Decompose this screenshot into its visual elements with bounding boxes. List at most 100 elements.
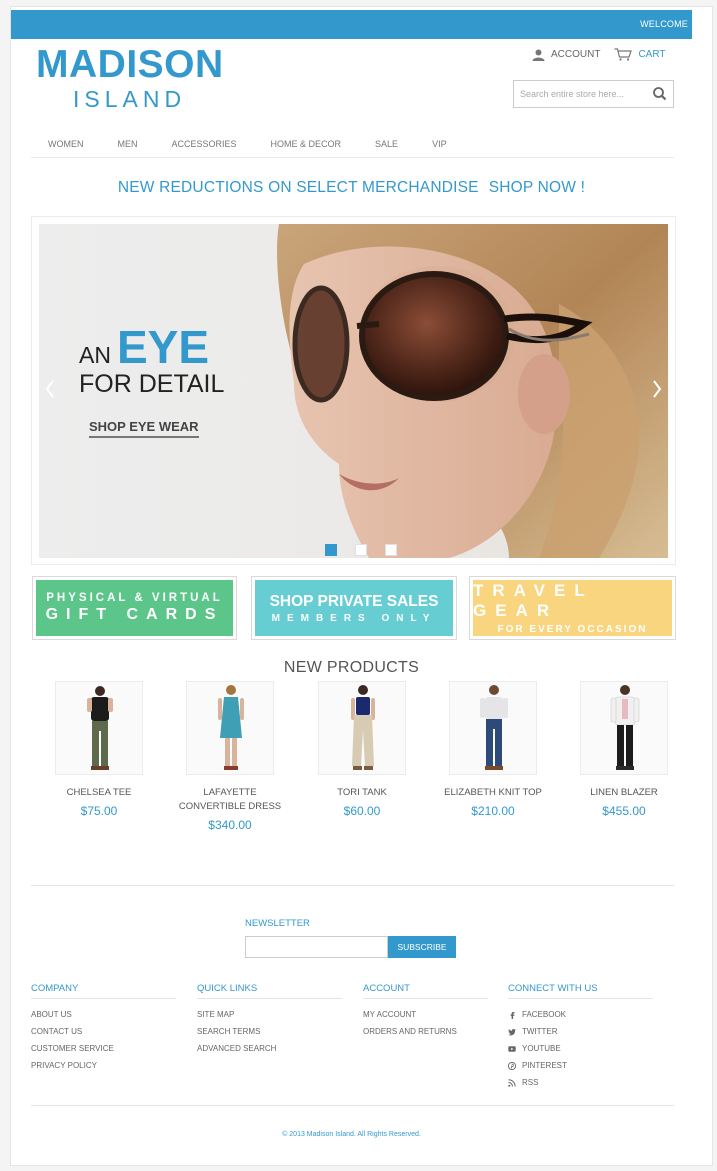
shop-eye-wear-link[interactable]: SHOP EYE WEAR [89, 419, 199, 438]
product-price: $455.00 [602, 804, 646, 818]
product-image[interactable] [55, 681, 143, 775]
product-name[interactable]: CHELSEA TEE [43, 786, 155, 800]
product-figure [610, 685, 640, 770]
nav-item-vip[interactable]: VIP [432, 139, 447, 157]
welcome-message: WELCOME [640, 19, 688, 29]
search-input[interactable] [514, 81, 642, 107]
cart-link[interactable]: CART [614, 48, 666, 61]
subscribe-button[interactable]: SUBSCRIBE [388, 936, 456, 958]
promo-cta[interactable]: SHOP NOW ! [489, 179, 585, 196]
footer-account-title: ACCOUNT [363, 983, 488, 999]
slider-dot-3[interactable] [385, 544, 397, 556]
footer-link-advanced-search[interactable]: ADVANCED SEARCH [197, 1040, 342, 1057]
chevron-left-icon[interactable] [45, 380, 55, 398]
newsletter-email-input[interactable] [245, 936, 388, 958]
product-name[interactable]: LAFAYETTE CONVERTIBLE DRESS [174, 786, 286, 814]
rss-icon [508, 1078, 516, 1087]
newsletter-title: NEWSLETTER [245, 918, 310, 929]
product-figure [480, 685, 508, 770]
product-image[interactable] [186, 681, 274, 775]
product-card[interactable]: CHELSEA TEE $75.00 [43, 681, 155, 818]
facebook-icon [510, 1011, 515, 1019]
product-name[interactable]: ELIZABETH KNIT TOP [437, 786, 549, 800]
hero-slide[interactable]: AN EYE FOR DETAIL SHOP EYE WEAR [39, 224, 668, 558]
footer-link-facebook-label: FACEBOOK [522, 1010, 567, 1019]
footer-account: ACCOUNT MY ACCOUNT ORDERS AND RETURNS [363, 983, 488, 1040]
main-nav: WOMEN MEN ACCESSORIES HOME & DECOR SALE … [31, 139, 674, 158]
slider-pagination [325, 544, 397, 556]
footer-link-facebook[interactable]: FACEBOOK [508, 1006, 653, 1023]
footer-link-rss[interactable]: RSS [508, 1074, 653, 1091]
footer-connect-title: CONNECT WITH US [508, 983, 653, 999]
footer-quick-links: QUICK LINKS SITE MAP SEARCH TERMS ADVANC… [197, 983, 342, 1057]
user-icon [532, 49, 545, 61]
account-link[interactable]: ACCOUNT [532, 49, 600, 61]
chevron-right-icon[interactable] [652, 380, 662, 398]
footer-link-contact-us[interactable]: CONTACT US [31, 1023, 176, 1040]
product-figure [218, 685, 244, 770]
product-card[interactable]: LAFAYETTE CONVERTIBLE DRESS $340.00 [174, 681, 286, 832]
product-image[interactable] [318, 681, 406, 775]
footer-link-about-us[interactable]: ABOUT US [31, 1006, 176, 1023]
nav-item-sale[interactable]: SALE [375, 139, 398, 157]
travel-gear-banner[interactable]: TRAVEL GEAR FOR EVERY OCCASION [469, 576, 676, 640]
nav-item-accessories[interactable]: ACCESSORIES [172, 139, 237, 157]
footer-link-privacy-policy[interactable]: PRIVACY POLICY [31, 1057, 176, 1074]
footer-connect: CONNECT WITH US FACEBOOK TWITTER YOUTUBE… [508, 983, 653, 1091]
logo-island[interactable]: ISLAND [73, 88, 186, 111]
footer-company-title: COMPANY [31, 983, 176, 999]
footer-link-customer-service[interactable]: CUSTOMER SERVICE [31, 1040, 176, 1057]
cart-label: CART [638, 49, 666, 60]
product-figure [351, 685, 375, 770]
footer-link-pinterest-label: PINTEREST [522, 1061, 567, 1070]
logo-madison[interactable]: MADISON [36, 45, 224, 84]
product-image[interactable] [580, 681, 668, 775]
nav-item-men[interactable]: MEN [118, 139, 138, 157]
footer-link-orders-returns[interactable]: ORDERS AND RETURNS [363, 1023, 488, 1040]
slider-dot-1[interactable] [325, 544, 337, 556]
travel-gear-line1: TRAVEL GEAR [473, 581, 594, 620]
private-sales-banner[interactable]: SHOP PRIVATE SALES MEMBERS ONLY [251, 576, 457, 640]
private-sales-line2: MEMBERS ONLY [271, 612, 437, 624]
footer-link-pinterest[interactable]: PINTEREST [508, 1057, 653, 1074]
hero-copy: AN EYE FOR DETAIL SHOP EYE WEAR [79, 324, 224, 438]
gift-cards-line2: GIFT CARDS [45, 606, 224, 623]
footer-link-twitter[interactable]: TWITTER [508, 1023, 653, 1040]
footer-link-site-map[interactable]: SITE MAP [197, 1006, 342, 1023]
product-card[interactable]: LINEN BLAZER $455.00 [568, 681, 680, 818]
product-name[interactable]: TORI TANK [306, 786, 418, 800]
footer-link-youtube[interactable]: YOUTUBE [508, 1040, 653, 1057]
product-price: $210.00 [471, 804, 515, 818]
footer-link-search-terms[interactable]: SEARCH TERMS [197, 1023, 342, 1040]
search-icon[interactable] [651, 85, 669, 103]
youtube-icon [508, 1045, 516, 1052]
twitter-icon [508, 1028, 516, 1036]
account-label: ACCOUNT [551, 49, 601, 60]
hero-slider: AN EYE FOR DETAIL SHOP EYE WEAR [31, 216, 676, 565]
gift-cards-banner[interactable]: PHYSICAL & VIRTUAL GIFT CARDS [32, 576, 237, 640]
promo-banner[interactable]: NEW REDUCTIONS ON SELECT MERCHANDISE SHOP… [0, 179, 703, 197]
new-products-title: NEW PRODUCTS [283, 659, 420, 676]
product-card[interactable]: TORI TANK $60.00 [306, 681, 418, 818]
promo-text: NEW REDUCTIONS ON SELECT MERCHANDISE [117, 179, 479, 196]
hero-line1-small: AN [79, 342, 111, 368]
pinterest-icon [508, 1061, 516, 1070]
product-price: $75.00 [80, 804, 118, 818]
footer-link-twitter-label: TWITTER [522, 1027, 558, 1036]
nav-item-home-decor[interactable]: HOME & DECOR [271, 139, 342, 157]
slider-dot-2[interactable] [355, 544, 367, 556]
product-name[interactable]: LINEN BLAZER [568, 786, 680, 800]
bottom-divider [31, 1105, 674, 1106]
product-price: $60.00 [343, 804, 381, 818]
footer-link-youtube-label: YOUTUBE [522, 1044, 561, 1053]
cart-icon [614, 48, 633, 61]
nav-item-women[interactable]: WOMEN [48, 139, 84, 157]
footer-quick-links-title: QUICK LINKS [197, 983, 342, 999]
product-card[interactable]: ELIZABETH KNIT TOP $210.00 [437, 681, 549, 818]
product-figure [87, 686, 113, 770]
product-image[interactable] [449, 681, 537, 775]
search-box [513, 80, 674, 108]
footer-link-my-account[interactable]: MY ACCOUNT [363, 1006, 488, 1023]
footer-divider [31, 885, 674, 886]
footer-company: COMPANY ABOUT US CONTACT US CUSTOMER SER… [31, 983, 176, 1074]
